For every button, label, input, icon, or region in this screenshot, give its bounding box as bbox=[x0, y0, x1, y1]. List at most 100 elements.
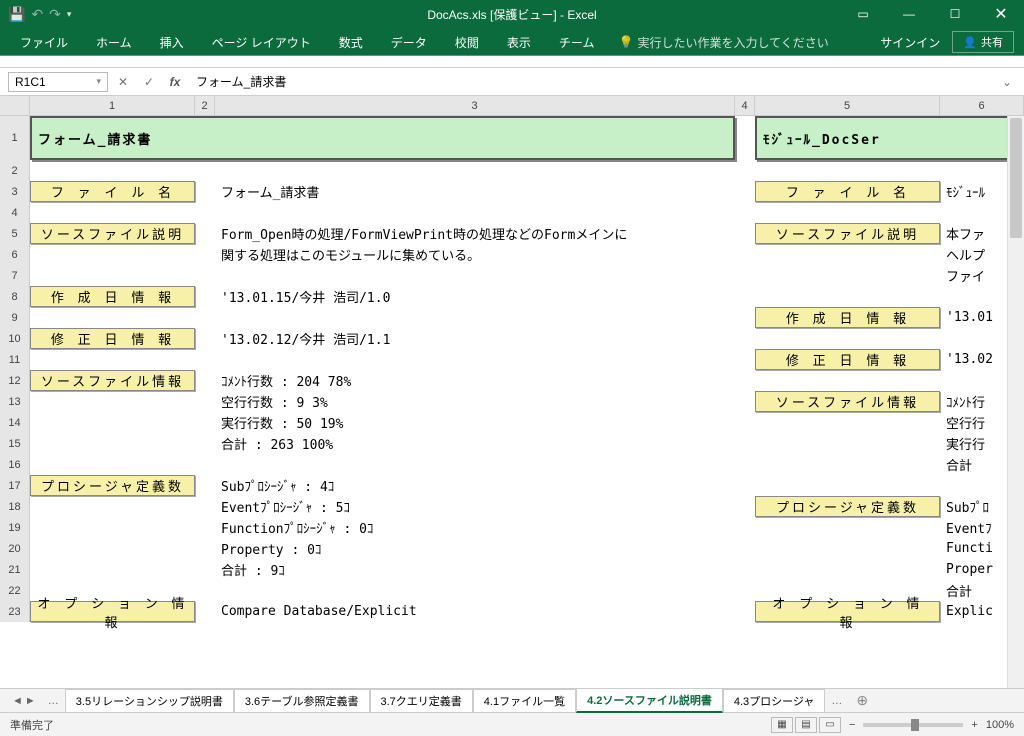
col-header[interactable]: 4 bbox=[735, 96, 755, 115]
signin-link[interactable]: サインイン bbox=[880, 34, 940, 51]
col-header[interactable]: 6 bbox=[940, 96, 1024, 115]
label-src-info-r[interactable]: ソースファイル情報 bbox=[755, 391, 940, 412]
value-src-info1[interactable]: ｺﾒﾝﾄ行数 : 204 78% bbox=[215, 370, 735, 391]
zoom-in-button[interactable]: + bbox=[971, 719, 977, 731]
section-title-left[interactable]: フォーム_請求書 bbox=[30, 116, 735, 160]
name-box[interactable]: R1C1 ▾ bbox=[8, 72, 108, 92]
redo-icon[interactable]: ↷ bbox=[49, 6, 61, 23]
col-header[interactable]: 2 bbox=[195, 96, 215, 115]
tab-team[interactable]: チーム bbox=[545, 28, 609, 57]
value-created[interactable]: '13.01.15/今井 浩司/1.0 bbox=[215, 286, 735, 307]
row-header[interactable]: 7 bbox=[0, 265, 30, 286]
sheet-tab[interactable]: 4.1ファイル一覧 bbox=[473, 689, 576, 712]
zoom-slider[interactable] bbox=[863, 723, 963, 727]
enter-icon[interactable]: ✓ bbox=[138, 72, 160, 92]
cancel-icon[interactable]: ✕ bbox=[112, 72, 134, 92]
sheet-tab[interactable]: 4.3プロシージャ bbox=[723, 689, 826, 712]
value-src-desc2[interactable]: 関する処理はこのモジュールに集めている。 bbox=[215, 244, 735, 265]
tab-view[interactable]: 表示 bbox=[493, 28, 545, 57]
label-src-desc-r[interactable]: ソースファイル説明 bbox=[755, 223, 940, 244]
row-header[interactable]: 11 bbox=[0, 349, 30, 370]
tab-file[interactable]: ファイル bbox=[6, 28, 82, 57]
row-header[interactable]: 20 bbox=[0, 538, 30, 559]
col-header[interactable]: 1 bbox=[30, 96, 195, 115]
sheet-nav-prev-icon[interactable]: ◄ bbox=[12, 695, 23, 707]
sheet-tab-active[interactable]: 4.2ソースファイル説明書 bbox=[576, 688, 723, 713]
row-header[interactable]: 23 bbox=[0, 601, 30, 622]
section-title-right[interactable]: ﾓｼﾞｭｰﾙ_DocSer bbox=[755, 116, 1015, 160]
row-header[interactable]: 9 bbox=[0, 307, 30, 328]
close-button[interactable]: ✕ bbox=[978, 0, 1024, 28]
sheet-overflow-left[interactable]: … bbox=[42, 695, 65, 707]
row-header[interactable]: 4 bbox=[0, 202, 30, 223]
row-header[interactable]: 15 bbox=[0, 433, 30, 454]
view-pagelayout-icon[interactable]: ▤ bbox=[795, 717, 817, 733]
label-filename[interactable]: フ ァ イ ル 名 bbox=[30, 181, 195, 202]
view-normal-icon[interactable]: ▦ bbox=[771, 717, 793, 733]
share-button[interactable]: 👤 共有 bbox=[952, 31, 1014, 53]
row-header[interactable]: 19 bbox=[0, 517, 30, 538]
ribbon-options-icon[interactable]: ▭ bbox=[840, 0, 886, 28]
qat-dropdown-icon[interactable]: ▾ bbox=[67, 9, 72, 20]
value-src-info3[interactable]: 実行行数 : 50 19% bbox=[215, 412, 735, 433]
tab-insert[interactable]: 挿入 bbox=[146, 28, 198, 57]
value-modified[interactable]: '13.02.12/今井 浩司/1.1 bbox=[215, 328, 735, 349]
view-pagebreak-icon[interactable]: ▭ bbox=[819, 717, 841, 733]
row-header[interactable]: 18 bbox=[0, 496, 30, 517]
value-filename[interactable]: フォーム_請求書 bbox=[215, 181, 735, 202]
label-src-desc[interactable]: ソースファイル説明 bbox=[30, 223, 195, 244]
tab-review[interactable]: 校閲 bbox=[441, 28, 493, 57]
zoom-out-button[interactable]: − bbox=[849, 719, 855, 731]
label-option[interactable]: オ プ シ ョ ン 情 報 bbox=[30, 601, 195, 622]
col-header[interactable]: 3 bbox=[215, 96, 735, 115]
chevron-down-icon[interactable]: ▾ bbox=[96, 76, 101, 87]
tab-pagelayout[interactable]: ページ レイアウト bbox=[198, 28, 325, 57]
undo-icon[interactable]: ↶ bbox=[31, 6, 43, 23]
label-filename-r[interactable]: フ ァ イ ル 名 bbox=[755, 181, 940, 202]
value-src-desc1[interactable]: Form_Open時の処理/FormViewPrint時の処理などのFormメイ… bbox=[215, 223, 735, 244]
sheet-overflow-right[interactable]: … bbox=[825, 695, 848, 707]
label-proc-def[interactable]: プロシージャ定義数 bbox=[30, 475, 195, 496]
row-header[interactable]: 2 bbox=[0, 160, 30, 181]
row-header[interactable]: 3 bbox=[0, 181, 30, 202]
value-src-info4[interactable]: 合計 : 263 100% bbox=[215, 433, 735, 454]
label-option-r[interactable]: オ プ シ ョ ン 情 報 bbox=[755, 601, 940, 622]
save-icon[interactable]: 💾 bbox=[8, 6, 25, 23]
value-proc3[interactable]: Functionﾌﾟﾛｼｰｼﾞｬ : 0ｺ bbox=[215, 517, 735, 538]
sheet-tab[interactable]: 3.6テーブル参照定義書 bbox=[234, 689, 370, 712]
spreadsheet-grid[interactable]: 1 2 3 4 5 6 1 フォーム_請求書 ﾓｼﾞｭｰﾙ_DocSer 2 3… bbox=[0, 96, 1024, 688]
zoom-level[interactable]: 100% bbox=[986, 719, 1014, 731]
row-header[interactable]: 8 bbox=[0, 286, 30, 307]
label-created-r[interactable]: 作 成 日 情 報 bbox=[755, 307, 940, 328]
maximize-button[interactable]: ☐ bbox=[932, 0, 978, 28]
expand-formula-icon[interactable]: ⌄ bbox=[998, 75, 1016, 89]
value-proc5[interactable]: 合計 : 9ｺ bbox=[215, 559, 735, 580]
row-header[interactable]: 13 bbox=[0, 391, 30, 412]
formula-input[interactable] bbox=[190, 72, 994, 92]
row-header[interactable]: 1 bbox=[0, 116, 30, 160]
label-modified[interactable]: 修 正 日 情 報 bbox=[30, 328, 195, 349]
label-src-info[interactable]: ソースファイル情報 bbox=[30, 370, 195, 391]
row-header[interactable]: 10 bbox=[0, 328, 30, 349]
value-option[interactable]: Compare Database/Explicit bbox=[215, 601, 735, 622]
tab-home[interactable]: ホーム bbox=[82, 28, 146, 57]
row-header[interactable]: 17 bbox=[0, 475, 30, 496]
value-proc1[interactable]: Subﾌﾟﾛｼｰｼﾞｬ : 4ｺ bbox=[215, 475, 735, 496]
label-created[interactable]: 作 成 日 情 報 bbox=[30, 286, 195, 307]
row-header[interactable]: 14 bbox=[0, 412, 30, 433]
minimize-button[interactable]: — bbox=[886, 0, 932, 28]
row-header[interactable]: 12 bbox=[0, 370, 30, 391]
row-header[interactable]: 21 bbox=[0, 559, 30, 580]
vertical-scrollbar[interactable] bbox=[1007, 116, 1024, 688]
row-header[interactable]: 22 bbox=[0, 580, 30, 601]
row-header[interactable]: 6 bbox=[0, 244, 30, 265]
select-all-corner[interactable] bbox=[0, 96, 30, 115]
value-src-info2[interactable]: 空行行数 : 9 3% bbox=[215, 391, 735, 412]
sheet-tab[interactable]: 3.7クエリ定義書 bbox=[370, 689, 473, 712]
row-header[interactable]: 16 bbox=[0, 454, 30, 475]
label-proc-def-r[interactable]: プロシージャ定義数 bbox=[755, 496, 940, 517]
new-sheet-button[interactable]: ⊕ bbox=[848, 692, 876, 709]
value-proc2[interactable]: Eventﾌﾟﾛｼｰｼﾞｬ : 5ｺ bbox=[215, 496, 735, 517]
tell-me-search[interactable]: 💡 実行したい作業を入力してください bbox=[618, 34, 828, 51]
value-proc4[interactable]: Property : 0ｺ bbox=[215, 538, 735, 559]
